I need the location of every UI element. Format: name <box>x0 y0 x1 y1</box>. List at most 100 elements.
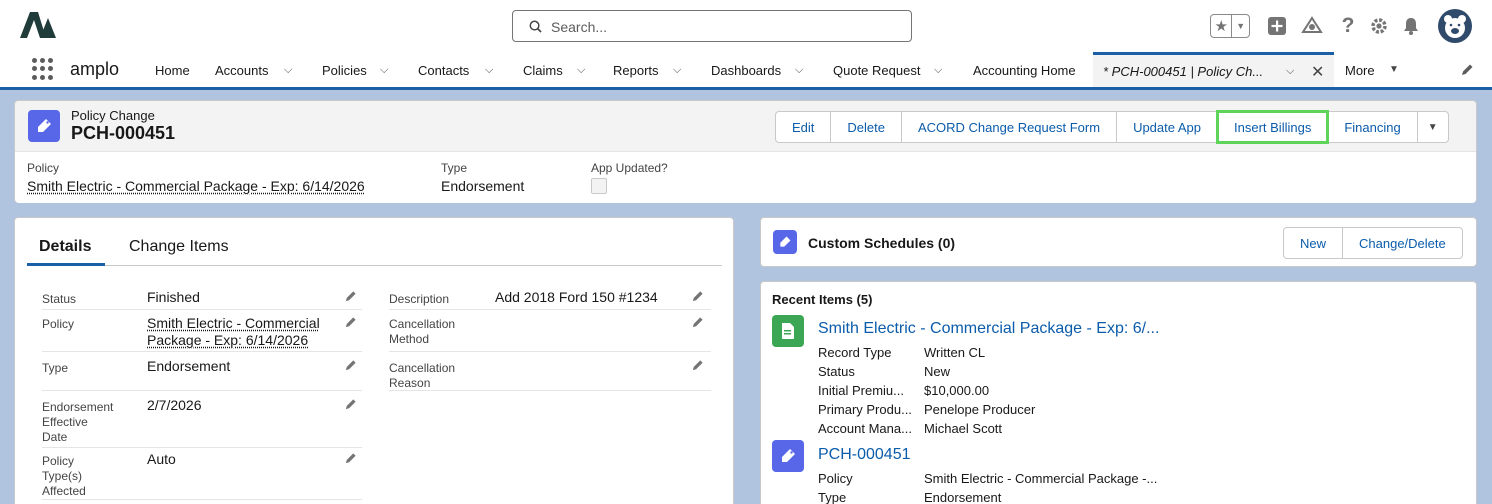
nav-item-contacts[interactable]: Contacts <box>418 63 469 78</box>
financing-button[interactable]: Financing <box>1327 111 1418 143</box>
active-tab-indicator <box>27 263 105 266</box>
policy-types-affected-value: Auto <box>147 451 176 467</box>
recent-item-field-label: Type <box>818 490 847 504</box>
recent-items-title: Recent Items (5) <box>772 292 873 307</box>
policy-document-icon <box>772 315 804 347</box>
policy-label: Policy <box>42 317 75 331</box>
recent-item-field-value: Michael Scott <box>924 421 1003 436</box>
policy-link-line2[interactable]: Package - Exp: 6/14/2026 <box>147 332 308 349</box>
app-updated-checkbox <box>591 178 607 194</box>
edit-pencil-icon[interactable] <box>691 316 704 332</box>
endorsement-effective-date-field: Endorsement Effective Date 2/7/2026 <box>42 394 362 448</box>
description-field: Description Add 2018 Ford 150 #1234 <box>389 286 711 310</box>
edit-button[interactable]: Edit <box>775 111 832 143</box>
edit-pencil-icon[interactable] <box>344 398 357 414</box>
nav-item-claims[interactable]: Claims <box>523 63 563 78</box>
type-field-value: Endorsement <box>441 178 525 194</box>
search-icon <box>529 20 542 33</box>
type-label: Type <box>42 361 69 375</box>
edit-pencil-icon[interactable] <box>691 290 704 306</box>
chevron-down-icon: ▼ <box>1427 121 1438 133</box>
record-action-buttons: Edit Delete ACORD Change Request Form Up… <box>775 110 1449 144</box>
user-avatar[interactable] <box>1438 9 1472 43</box>
help-icon[interactable]: ? <box>1336 14 1360 38</box>
recent-item-field-value: Endorsement <box>924 490 1002 504</box>
trailhead-icon[interactable] <box>1300 14 1324 38</box>
edit-nav-pencil-icon[interactable] <box>1460 63 1474 80</box>
endorsement-effective-date-value: 2/7/2026 <box>147 397 202 413</box>
edit-pencil-icon[interactable] <box>344 359 357 375</box>
cancellation-method-field: Cancellation Method <box>389 312 711 352</box>
chevron-down-icon[interactable]: ⌵ <box>284 64 292 77</box>
star-icon: ★ <box>1211 15 1233 37</box>
nav-item-more[interactable]: More <box>1345 63 1375 78</box>
edit-pencil-icon[interactable] <box>344 452 357 468</box>
chevron-down-icon: ▼ <box>1236 21 1246 31</box>
change-delete-button[interactable]: Change/Delete <box>1342 227 1463 259</box>
chevron-down-icon[interactable]: ⌵ <box>795 64 803 77</box>
setup-gear-icon[interactable] <box>1367 14 1391 38</box>
active-tab-label: * PCH-000451 | Policy Ch... <box>1103 64 1264 79</box>
policy-types-affected-label: Policy Type(s) Affected <box>42 454 86 498</box>
search-input[interactable] <box>551 17 901 37</box>
recent-item-field-label: Initial Premiu... <box>818 383 904 398</box>
chevron-down-icon[interactable]: ⌵ <box>380 64 388 77</box>
cancellation-reason-label: Cancellation Reason <box>389 361 456 390</box>
recent-item-field-value: New <box>924 364 951 379</box>
more-dropdown-icon[interactable]: ▼ <box>1389 64 1399 75</box>
policy-link-line1[interactable]: Smith Electric - Commercial <box>147 315 320 332</box>
notifications-bell-icon[interactable] <box>1399 14 1423 38</box>
chevron-down-icon[interactable]: ⌵ <box>485 64 493 77</box>
status-field: Status Finished <box>42 286 362 310</box>
policy-change-icon <box>772 440 804 472</box>
recent-item-field-value: Written CL <box>924 345 986 360</box>
new-button[interactable]: New <box>1283 227 1344 259</box>
amplo-logo[interactable] <box>18 10 58 40</box>
chevron-down-icon[interactable]: ⌵ <box>934 64 942 77</box>
global-header: ★ ▼ ? <box>0 0 1492 52</box>
update-app-button[interactable]: Update App <box>1116 111 1219 143</box>
nav-item-accounts[interactable]: Accounts <box>215 63 268 78</box>
tab-details[interactable]: Details <box>39 238 91 256</box>
recent-item-field-value: Smith Electric - Commercial Package -... <box>924 471 1158 486</box>
nav-item-accounting-home[interactable]: Accounting Home <box>973 63 1076 78</box>
nav-item-reports[interactable]: Reports <box>613 63 659 78</box>
close-icon[interactable]: ✕ <box>1311 62 1324 82</box>
nav-item-quote-request[interactable]: Quote Request <box>833 63 920 78</box>
recent-item-field-label: Account Mana... <box>818 421 912 436</box>
record-tabs: Details Change Items <box>27 232 722 266</box>
recent-item-field-label: Primary Produ... <box>818 402 912 417</box>
nav-item-dashboards[interactable]: Dashboards <box>711 63 781 78</box>
edit-pencil-icon[interactable] <box>344 316 357 332</box>
delete-button[interactable]: Delete <box>830 111 902 143</box>
cancellation-method-label: Cancellation Method <box>389 317 456 346</box>
nav-item-home[interactable]: Home <box>155 63 190 78</box>
recent-item-title[interactable]: PCH-000451 <box>818 446 911 464</box>
custom-schedules-icon <box>773 230 797 254</box>
type-field-label: Type <box>441 161 468 175</box>
description-value: Add 2018 Ford 150 #1234 <box>495 289 658 305</box>
record-name: PCH-000451 <box>71 123 176 143</box>
cancellation-reason-field: Cancellation Reason <box>389 355 711 391</box>
app-launcher-icon[interactable] <box>32 58 54 80</box>
tab-policy-change-record[interactable]: * PCH-000451 | Policy Ch... ⌵ ✕ <box>1093 52 1334 87</box>
policy-link[interactable]: Smith Electric - Commercial Package - Ex… <box>27 178 365 194</box>
acord-change-request-form-button[interactable]: ACORD Change Request Form <box>900 111 1118 143</box>
edit-pencil-icon[interactable] <box>691 359 704 375</box>
custom-schedules-buttons: New Change/Delete <box>1283 227 1463 259</box>
policy-field: Policy Smith Electric - Commercial Packa… <box>42 312 362 352</box>
chevron-down-icon[interactable]: ⌵ <box>1286 65 1294 78</box>
favorites-button[interactable]: ★ ▼ <box>1210 14 1250 38</box>
recent-item-field-label: Status <box>818 364 855 379</box>
nav-item-policies[interactable]: Policies <box>322 63 367 78</box>
global-search[interactable] <box>512 10 912 42</box>
more-actions-dropdown[interactable]: ▼ <box>1416 111 1449 143</box>
edit-pencil-icon[interactable] <box>344 290 357 306</box>
chevron-down-icon[interactable]: ⌵ <box>577 64 585 77</box>
add-icon[interactable] <box>1265 14 1289 38</box>
recent-item-title[interactable]: Smith Electric - Commercial Package - Ex… <box>818 320 1159 338</box>
tab-change-items[interactable]: Change Items <box>129 238 229 256</box>
chevron-down-icon[interactable]: ⌵ <box>673 64 681 77</box>
policy-types-affected-field: Policy Type(s) Affected Auto <box>42 448 362 500</box>
insert-billings-button[interactable]: Insert Billings <box>1216 110 1330 144</box>
